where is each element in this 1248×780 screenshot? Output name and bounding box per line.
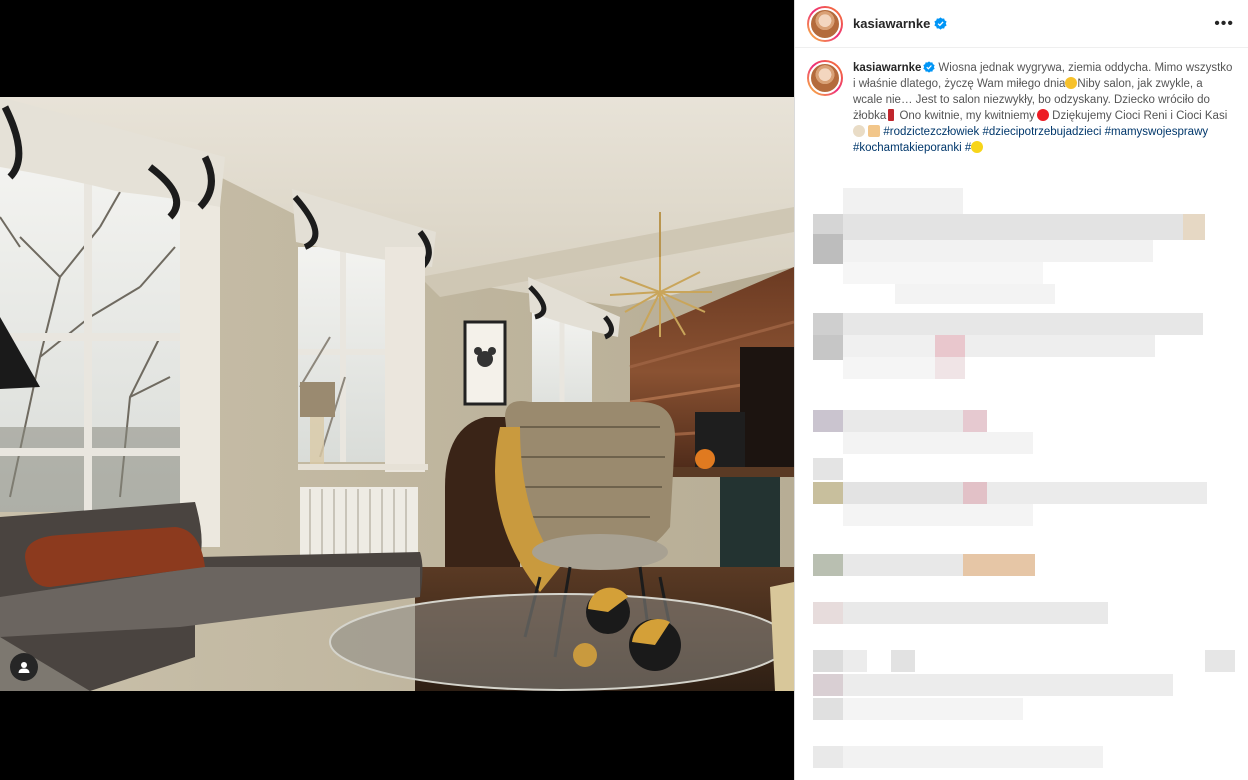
user-tag-button[interactable] (10, 653, 38, 681)
heart-emoji-icon (1036, 109, 1049, 121)
smile-emoji-icon (1065, 77, 1078, 89)
post-photo[interactable] (0, 97, 794, 691)
media-pane (0, 0, 794, 780)
caption: kasiawarnke Wiosna jednak wygrywa, ziemi… (807, 60, 1234, 156)
profile-avatar[interactable] (807, 5, 843, 42)
pray-emoji-icon (853, 125, 865, 137)
living-room-image (0, 97, 794, 691)
comments-section: kasiawarnke Wiosna jednak wygrywa, ziemi… (795, 48, 1248, 156)
point-emoji-icon (868, 125, 881, 137)
verified-badge-icon (934, 17, 947, 30)
caption-username[interactable]: kasiawarnke (853, 62, 921, 74)
pixelated-comments (795, 188, 1248, 780)
header-username[interactable]: kasiawarnke (853, 16, 930, 31)
caption-avatar[interactable] (807, 60, 843, 96)
hashtag-4[interactable]: #kochamtakieporanki (853, 142, 962, 154)
caption-text-4: Dziękujemy Cioci Reni i Cioci Kasi (1052, 110, 1228, 122)
post-header: kasiawarnke ••• (795, 0, 1248, 48)
hashtag-3[interactable]: #mamyswojesprawy (1105, 126, 1209, 138)
red-book-emoji-icon (888, 109, 895, 121)
verified-badge-icon (923, 61, 936, 73)
hashtag-1[interactable]: #rodzictezczłowiek (883, 126, 979, 138)
caption-text-3: Ono kwitnie, my kwitniemy (899, 110, 1035, 122)
yellow-heart-emoji-icon (971, 141, 984, 153)
hashtag-2[interactable]: #dziecipotrzebujadzieci (982, 126, 1101, 138)
caption-text: kasiawarnke Wiosna jednak wygrywa, ziemi… (853, 60, 1234, 156)
user-tag-icon (18, 662, 30, 673)
post-sidebar: kasiawarnke ••• kasiawarnke Wiosna jedna… (794, 0, 1248, 780)
more-options-icon[interactable]: ••• (1214, 15, 1234, 32)
